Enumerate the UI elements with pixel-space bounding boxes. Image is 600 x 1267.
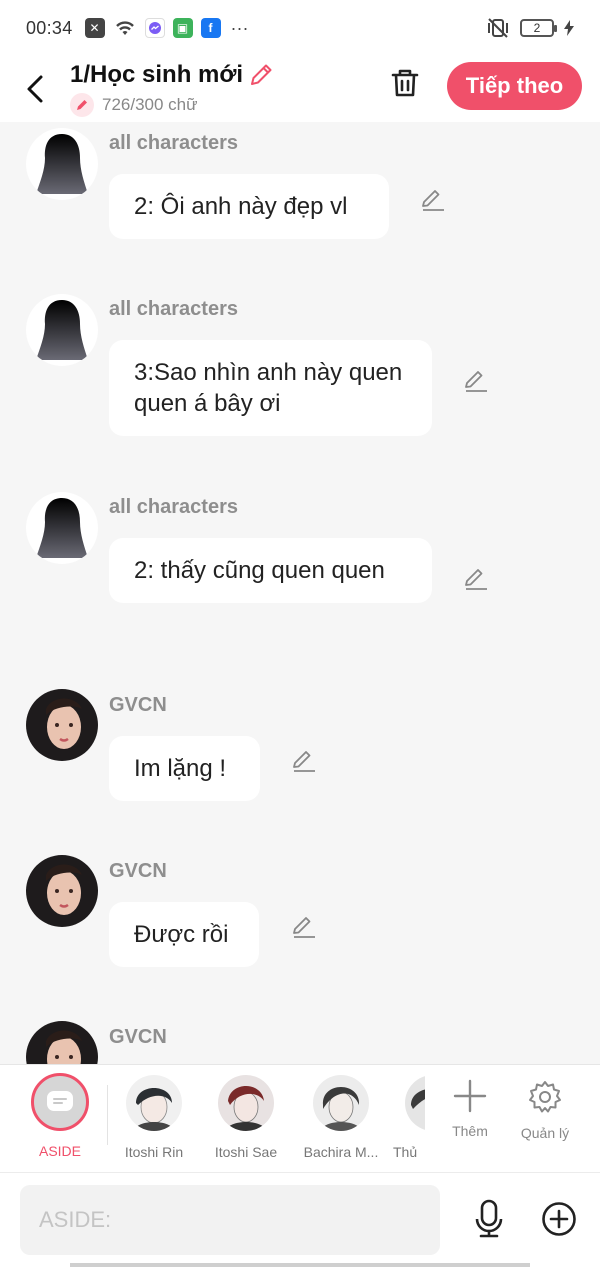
character-name: Itoshi Rin xyxy=(124,1144,184,1160)
avatar[interactable] xyxy=(26,855,98,927)
portrait-avatar-icon xyxy=(26,1021,98,1064)
silhouette-avatar-icon xyxy=(36,134,88,194)
trash-icon[interactable] xyxy=(388,66,422,100)
character-name: Thủ xyxy=(393,1144,418,1160)
character-item[interactable]: Itoshi Sae xyxy=(201,1075,291,1160)
aside-label: ASIDE xyxy=(38,1143,81,1159)
edit-message-icon[interactable] xyxy=(463,368,489,394)
aside-tab[interactable]: ASIDE xyxy=(26,1073,94,1159)
microphone-icon[interactable] xyxy=(472,1199,506,1239)
add-circle-icon[interactable] xyxy=(541,1201,577,1237)
battery-icon: 2 xyxy=(520,19,557,37)
character-item[interactable]: Itoshi Rin xyxy=(109,1075,199,1160)
header: 1/Học sinh mới 726/300 chữ Tiếp theo xyxy=(0,56,600,122)
message-author: GVCN xyxy=(109,694,167,716)
battery-level: 2 xyxy=(533,21,541,35)
manage-label: Quản lý xyxy=(520,1125,570,1141)
gear-icon xyxy=(529,1081,561,1113)
silhouette-avatar-icon xyxy=(36,498,88,558)
message-author: all characters xyxy=(109,298,238,320)
character-avatar xyxy=(218,1075,274,1131)
edit-title-icon[interactable] xyxy=(247,61,275,89)
edit-message-icon[interactable] xyxy=(291,914,317,940)
plus-icon xyxy=(453,1079,487,1113)
character-bar: ASIDE Itoshi Rin Itoshi Sae Bachira M...… xyxy=(0,1064,600,1172)
page-title: 1/Học sinh mới xyxy=(70,61,244,88)
character-avatar xyxy=(405,1075,425,1131)
charging-icon xyxy=(564,20,574,36)
app-icon: ▣ xyxy=(172,18,193,38)
manage-button[interactable]: Quản lý xyxy=(510,1079,580,1141)
wifi-icon xyxy=(115,21,134,35)
character-name: Bachira M... xyxy=(303,1144,379,1160)
character-avatar xyxy=(126,1075,182,1131)
home-indicator xyxy=(70,1263,530,1267)
status-bar: 00:34 ✕ ▣ f ··· 2 xyxy=(0,0,600,56)
notification-icons: ✕ ▣ f ··· xyxy=(84,17,249,39)
message-bubble[interactable]: 2: Ôi anh này đẹp vl xyxy=(109,174,389,239)
edit-message-icon[interactable] xyxy=(420,187,446,213)
message-bubble[interactable]: 2: thấy cũng quen quen xyxy=(109,538,432,603)
message-author: GVCN xyxy=(109,860,167,882)
avatar[interactable] xyxy=(26,1021,98,1064)
edit-message-icon[interactable] xyxy=(463,566,489,592)
back-button[interactable] xyxy=(0,56,70,122)
character-item[interactable]: Thủ xyxy=(385,1075,425,1160)
add-label: Thêm xyxy=(452,1123,488,1139)
add-character-button[interactable]: Thêm xyxy=(435,1079,505,1139)
character-name: Itoshi Sae xyxy=(214,1144,278,1160)
message-author: all characters xyxy=(109,132,238,154)
character-avatar xyxy=(313,1075,369,1131)
next-button[interactable]: Tiếp theo xyxy=(447,62,582,110)
aside-icon xyxy=(31,1073,89,1131)
message-bubble[interactable]: Được rồi xyxy=(109,902,259,967)
silhouette-avatar-icon xyxy=(36,300,88,360)
divider xyxy=(107,1085,108,1145)
more-notifications-icon: ··· xyxy=(230,17,249,38)
avatar[interactable] xyxy=(26,294,98,366)
avatar[interactable] xyxy=(26,128,98,200)
character-item[interactable]: Bachira M... xyxy=(296,1075,386,1160)
message-author: all characters xyxy=(109,496,238,518)
input-bar xyxy=(0,1172,600,1267)
portrait-avatar-icon xyxy=(26,689,98,761)
messenger-icon xyxy=(144,18,165,38)
word-count: 726/300 chữ xyxy=(102,95,198,114)
status-time: 00:34 xyxy=(26,17,73,38)
facebook-icon: f xyxy=(200,18,221,38)
close-notification-icon: ✕ xyxy=(84,18,105,38)
message-author: GVCN xyxy=(109,1026,167,1048)
message-bubble[interactable]: Im lặng ! xyxy=(109,736,260,801)
message-input[interactable] xyxy=(20,1185,440,1255)
pencil-icon xyxy=(70,93,94,117)
portrait-avatar-icon xyxy=(26,855,98,927)
message-bubble[interactable]: 3:Sao nhìn anh này quen quen á bây ơi xyxy=(109,340,432,436)
message-list[interactable]: all characters 2: Ôi anh này đẹp vl all … xyxy=(0,122,600,1064)
vibrate-mute-icon xyxy=(488,18,508,38)
chevron-left-icon xyxy=(27,75,43,103)
avatar[interactable] xyxy=(26,492,98,564)
edit-message-icon[interactable] xyxy=(291,748,317,774)
avatar[interactable] xyxy=(26,689,98,761)
